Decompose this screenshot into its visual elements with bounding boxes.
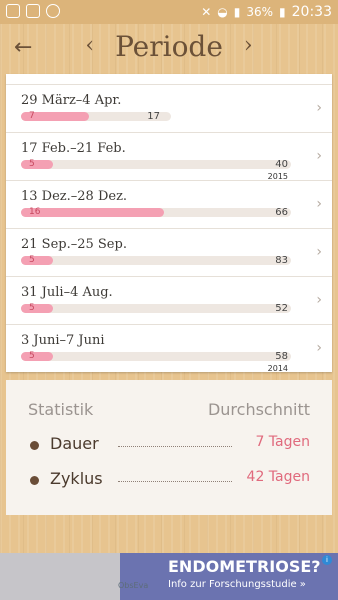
period-bar <box>21 160 53 169</box>
period-row[interactable]: 29 März–4 Apr. 7 17 › <box>6 85 332 133</box>
clock: 20:33 <box>291 4 332 20</box>
chevron-left-icon[interactable]: ‹ <box>73 33 106 58</box>
ad-image <box>0 553 120 600</box>
period-bar <box>21 256 53 265</box>
period-range: 21 Sep.–25 Sep. <box>21 237 127 252</box>
ad-subtitle: Info zur Forschungsstudie » <box>168 579 306 590</box>
cycle-bar <box>21 160 291 169</box>
period-bar <box>21 208 164 217</box>
circle-icon <box>46 4 60 18</box>
bullet-icon <box>30 476 39 485</box>
ad-logo: ObsEva <box>118 581 149 590</box>
period-bar <box>21 304 53 313</box>
dotted-leader <box>118 446 232 447</box>
stat-label: Zyklus <box>50 469 103 488</box>
cycle-bar <box>21 208 291 217</box>
period-row[interactable]: 17 Feb.–21 Feb. 5 40 2015 › <box>6 133 332 181</box>
period-range: 31 Juli–4 Aug. <box>21 285 113 300</box>
period-bar <box>21 352 53 361</box>
period-duration: 5 <box>29 159 35 169</box>
cycle-length: 83 <box>275 255 288 266</box>
cycle-length: 40 <box>275 159 288 170</box>
battery-icon: ▮ <box>279 5 286 19</box>
chevron-right-icon[interactable]: › <box>316 244 322 260</box>
title-row: ‹ Periode › <box>0 30 338 63</box>
header: ← ‹ Periode › <box>0 24 338 74</box>
cycle-bar <box>21 256 291 265</box>
page-title: Periode <box>115 30 223 63</box>
list-top-divider <box>6 74 332 85</box>
dotted-leader <box>118 481 232 482</box>
battery-level: 36% <box>246 5 274 19</box>
period-duration: 7 <box>29 111 35 121</box>
statistics-card: Statistik Durchschnitt Dauer 7 Tagen Zyk… <box>6 380 332 515</box>
chevron-right-icon[interactable]: › <box>316 100 322 116</box>
period-duration: 5 <box>29 351 35 361</box>
skype-icon <box>6 4 20 18</box>
period-range: 3 Juni–7 Juni <box>21 333 105 348</box>
ad-title: ENDOMETRIOSE? <box>168 557 321 576</box>
average-title: Durchschnitt <box>207 400 310 419</box>
year-label: 2014 <box>267 364 288 372</box>
stat-value: 42 Tagen <box>246 469 310 485</box>
chevron-right-icon[interactable]: › <box>316 292 322 308</box>
image-icon <box>26 4 40 18</box>
bullet-icon <box>30 441 39 450</box>
cycle-bar <box>21 352 291 361</box>
chevron-right-icon[interactable]: › <box>316 196 322 212</box>
period-duration: 16 <box>29 207 41 217</box>
statistics-header: Statistik Durchschnitt <box>28 400 310 419</box>
period-row[interactable]: 13 Dez.–28 Dez. 16 66 › <box>6 181 332 229</box>
statistics-title: Statistik <box>28 400 94 419</box>
stat-label: Dauer <box>50 434 99 453</box>
period-range: 29 März–4 Apr. <box>21 93 122 108</box>
year-label: 2015 <box>267 172 288 181</box>
period-duration: 5 <box>29 303 35 313</box>
ad-banner[interactable]: ObsEva ENDOMETRIOSE? Info zur Forschungs… <box>0 553 338 600</box>
chevron-right-icon[interactable]: › <box>316 148 322 164</box>
period-range: 13 Dez.–28 Dez. <box>21 189 128 204</box>
signal-icon: ▮ <box>233 5 241 19</box>
period-duration: 5 <box>29 255 35 265</box>
period-row[interactable]: 21 Sep.–25 Sep. 5 83 › <box>6 229 332 277</box>
cycle-length: 17 <box>147 111 160 122</box>
cycle-length: 66 <box>275 207 288 218</box>
stat-row-duration: Dauer 7 Tagen <box>28 434 310 456</box>
period-row[interactable]: 31 Juli–4 Aug. 5 52 › <box>6 277 332 325</box>
chevron-right-icon[interactable]: › <box>316 340 322 356</box>
cycle-bar <box>21 304 291 313</box>
period-row[interactable]: 3 Juni–7 Juni 5 58 2014 › <box>6 325 332 372</box>
status-bar: ✕ ◒ ▮ 36% ▮ 20:33 <box>0 0 338 24</box>
cycle-length: 58 <box>275 351 288 362</box>
period-range: 17 Feb.–21 Feb. <box>21 141 126 156</box>
cycle-length: 52 <box>275 303 288 314</box>
period-list: 29 März–4 Apr. 7 17 › 17 Feb.–21 Feb. 5 … <box>6 74 332 372</box>
info-icon[interactable]: i <box>322 555 332 565</box>
wifi-icon: ◒ <box>217 5 228 19</box>
chevron-right-icon[interactable]: › <box>232 33 265 58</box>
stat-row-cycle: Zyklus 42 Tagen <box>28 469 310 491</box>
stat-value: 7 Tagen <box>255 434 310 450</box>
mute-icon: ✕ <box>201 5 212 19</box>
